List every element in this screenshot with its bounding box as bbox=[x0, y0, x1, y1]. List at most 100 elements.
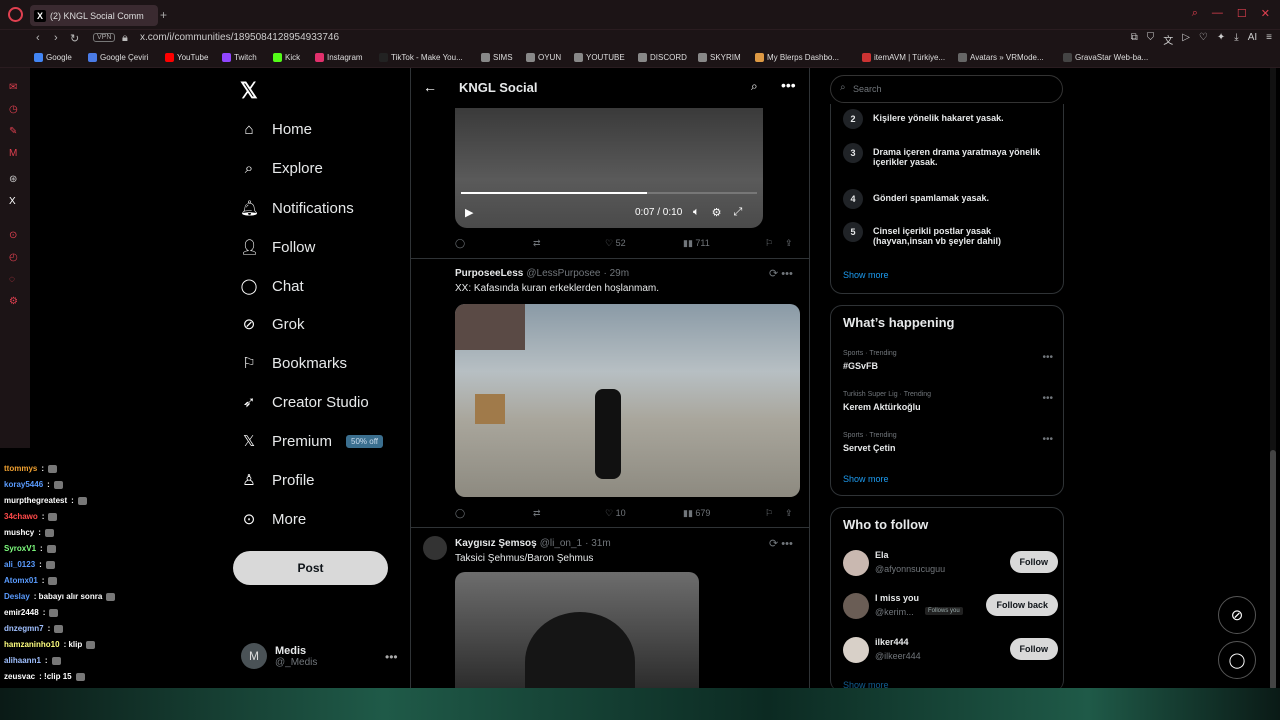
bookmark-item[interactable]: Google Çeviri bbox=[88, 53, 148, 62]
back-arrow-icon[interactable]: ← bbox=[423, 79, 437, 95]
history-icon[interactable]: ◷ bbox=[9, 104, 18, 115]
show-more-link[interactable]: Show more bbox=[843, 474, 889, 484]
nav-item-home[interactable]: ⌂ Home bbox=[240, 121, 312, 138]
tweet-more-icon[interactable]: ⟳ ••• bbox=[769, 267, 793, 280]
like-button[interactable]: ♡ 10 bbox=[605, 508, 683, 519]
extensions-icon[interactable]: ✦ bbox=[1217, 32, 1225, 47]
share-icon[interactable]: ⇪ bbox=[785, 508, 793, 519]
follow-suggestion[interactable]: Ela @afyonnsucuguu Follow bbox=[843, 548, 1058, 578]
nav-item-explore[interactable]: ⌕ Explore bbox=[240, 160, 323, 177]
tweet-image[interactable] bbox=[455, 572, 699, 688]
nav-item-creator-studio[interactable]: ➶ Creator Studio bbox=[240, 393, 369, 412]
bookmark-item[interactable]: SKYRIM bbox=[698, 53, 741, 62]
trend-more-icon[interactable]: ••• bbox=[1042, 393, 1053, 404]
close-window-button[interactable]: ✕ bbox=[1261, 7, 1270, 20]
follow-button[interactable]: Follow back bbox=[986, 594, 1058, 616]
bookmark-item[interactable]: Twitch bbox=[222, 53, 257, 62]
bookmark-item[interactable]: YOUTUBE bbox=[574, 53, 625, 62]
bookmark-item[interactable]: Instagram bbox=[315, 53, 363, 62]
bookmark-item[interactable]: TikTok - Make You... bbox=[379, 53, 463, 62]
snapshot-icon[interactable]: ⧉ bbox=[1131, 32, 1138, 47]
bookmark-item[interactable]: Kick bbox=[273, 53, 300, 62]
bookmark-item[interactable]: DISCORD bbox=[638, 53, 687, 62]
bookmark-item[interactable]: SIMS bbox=[481, 53, 513, 62]
grok-float-icon[interactable]: ⊘ bbox=[1218, 596, 1256, 634]
volume-icon[interactable]: 🔈︎ bbox=[693, 206, 700, 219]
suggestion-handle[interactable]: @kerim... bbox=[875, 607, 914, 617]
tweet-author[interactable]: Kaygısız Şemsoş bbox=[455, 538, 537, 549]
repost-icon[interactable]: ⇄ bbox=[533, 238, 605, 249]
avatar[interactable] bbox=[843, 593, 869, 619]
player-icon[interactable]: ⊙ bbox=[9, 230, 17, 241]
trend-more-icon[interactable]: ••• bbox=[1042, 352, 1053, 363]
suggestion-handle[interactable]: @ilkeer444 bbox=[875, 651, 921, 661]
shield-icon[interactable]: ⛉ bbox=[1147, 32, 1155, 47]
opera-logo-icon[interactable] bbox=[8, 7, 23, 22]
fullscreen-icon[interactable]: ⤢ bbox=[733, 206, 742, 219]
tweet-handle[interactable]: @LessPurposee bbox=[526, 268, 600, 279]
share-icon[interactable]: ⇪ bbox=[785, 238, 793, 249]
menu-icon[interactable]: ≡ bbox=[1266, 32, 1272, 47]
gmail-icon[interactable]: M bbox=[9, 148, 17, 159]
chatgpt-icon[interactable]: ⊛ bbox=[9, 174, 17, 185]
suggestion-name[interactable]: Ela bbox=[875, 550, 889, 560]
show-more-link[interactable]: Show more bbox=[843, 270, 889, 280]
reply-icon[interactable]: ◯ bbox=[455, 238, 533, 249]
reply-icon[interactable]: ◯ bbox=[455, 508, 533, 519]
clock-icon[interactable]: ◴ bbox=[9, 252, 18, 263]
search-input[interactable]: ⌕ Search bbox=[830, 75, 1063, 103]
minimize-button[interactable]: — bbox=[1212, 7, 1223, 20]
follow-suggestion[interactable]: ilker444 @ilkeer444 Follow bbox=[843, 635, 1058, 665]
vpn-badge[interactable]: VPN bbox=[93, 33, 116, 42]
nav-item-premium[interactable]: 𝕏 Premium 50% off bbox=[240, 432, 383, 450]
x-sidebar-icon[interactable]: X bbox=[9, 196, 16, 207]
url-field[interactable]: x.com/i/communities/1895084128954933746 bbox=[140, 32, 339, 43]
nav-item-more[interactable]: ⊙ More bbox=[240, 510, 306, 529]
browser-tab[interactable]: X (2) KNGL Social Comm bbox=[30, 5, 158, 26]
follow-button[interactable]: Follow bbox=[1009, 551, 1058, 573]
bookmark-item[interactable]: Avatars » VRMode... bbox=[958, 53, 1044, 62]
scrollbar-thumb[interactable] bbox=[1270, 450, 1276, 690]
nav-item-profile[interactable]: ♙ Profile bbox=[240, 471, 314, 490]
nav-item-bookmarks[interactable]: ⚐ Bookmarks bbox=[240, 354, 347, 373]
suggestion-name[interactable]: ilker444 bbox=[875, 637, 909, 647]
avatar[interactable] bbox=[423, 536, 447, 560]
translate-icon[interactable]: 文 bbox=[1163, 32, 1173, 47]
bookmark-icon[interactable]: ⚐ bbox=[765, 508, 785, 519]
nav-item-follow[interactable]: 👤︎ Follow bbox=[240, 238, 315, 257]
maximize-button[interactable]: ☐ bbox=[1237, 7, 1247, 20]
forward-icon[interactable]: › bbox=[54, 32, 58, 44]
bookmark-item[interactable]: Google bbox=[34, 53, 72, 62]
trend-item[interactable]: Turkish Super Lig · Trending Kerem Aktürk… bbox=[843, 391, 1053, 412]
account-more-icon[interactable]: ••• bbox=[385, 650, 398, 664]
video-settings-icon[interactable]: ⚙ bbox=[712, 206, 722, 219]
like-button[interactable]: ♡ 52 bbox=[605, 238, 683, 249]
avatar[interactable] bbox=[843, 637, 869, 663]
heart-icon[interactable]: ♡ bbox=[1199, 32, 1208, 47]
repost-icon[interactable]: ⇄ bbox=[533, 508, 605, 519]
tweet-time[interactable]: · 31m bbox=[585, 538, 611, 549]
trend-item[interactable]: Sports · Trending Servet Çetin ••• bbox=[843, 432, 1053, 453]
more-icon[interactable]: ••• bbox=[781, 77, 796, 93]
nav-item-grok[interactable]: ⊘ Grok bbox=[240, 315, 305, 334]
tweet-handle[interactable]: @li_on_1 bbox=[540, 538, 582, 549]
tweet-more-icon[interactable]: ⟳ ••• bbox=[769, 537, 793, 550]
follow-button[interactable]: Follow bbox=[1009, 638, 1058, 660]
bookmark-item[interactable]: YouTube bbox=[165, 53, 208, 62]
trend-item[interactable]: Sports · Trending #GSvFB ••• bbox=[843, 350, 1053, 371]
suggestion-name[interactable]: I miss you bbox=[875, 593, 919, 603]
new-tab-button[interactable]: + bbox=[160, 8, 167, 22]
play-icon[interactable]: ▶ bbox=[465, 206, 473, 219]
play-icon[interactable]: ▷ bbox=[1182, 32, 1190, 47]
bookmark-item[interactable]: My Blerps Dashbo... bbox=[755, 53, 839, 62]
bookmark-icon[interactable]: ⚐ bbox=[765, 238, 785, 249]
avatar[interactable] bbox=[843, 550, 869, 576]
bubble-icon[interactable]: ◌ bbox=[9, 274, 15, 285]
views-button[interactable]: ▮▮ 711 bbox=[683, 238, 765, 249]
settings-icon[interactable]: ⚙ bbox=[9, 296, 18, 307]
account-switcher[interactable]: M Medis @_Medis bbox=[241, 643, 317, 669]
follow-suggestion[interactable]: I miss you @kerim... Follows you Follow bac… bbox=[843, 591, 1058, 621]
search-tabs-icon[interactable]: ⌕ bbox=[1192, 7, 1198, 20]
extensions-sidebar-icon[interactable]: ✎ bbox=[9, 126, 17, 137]
messages-float-icon[interactable]: ◯ bbox=[1218, 641, 1256, 679]
